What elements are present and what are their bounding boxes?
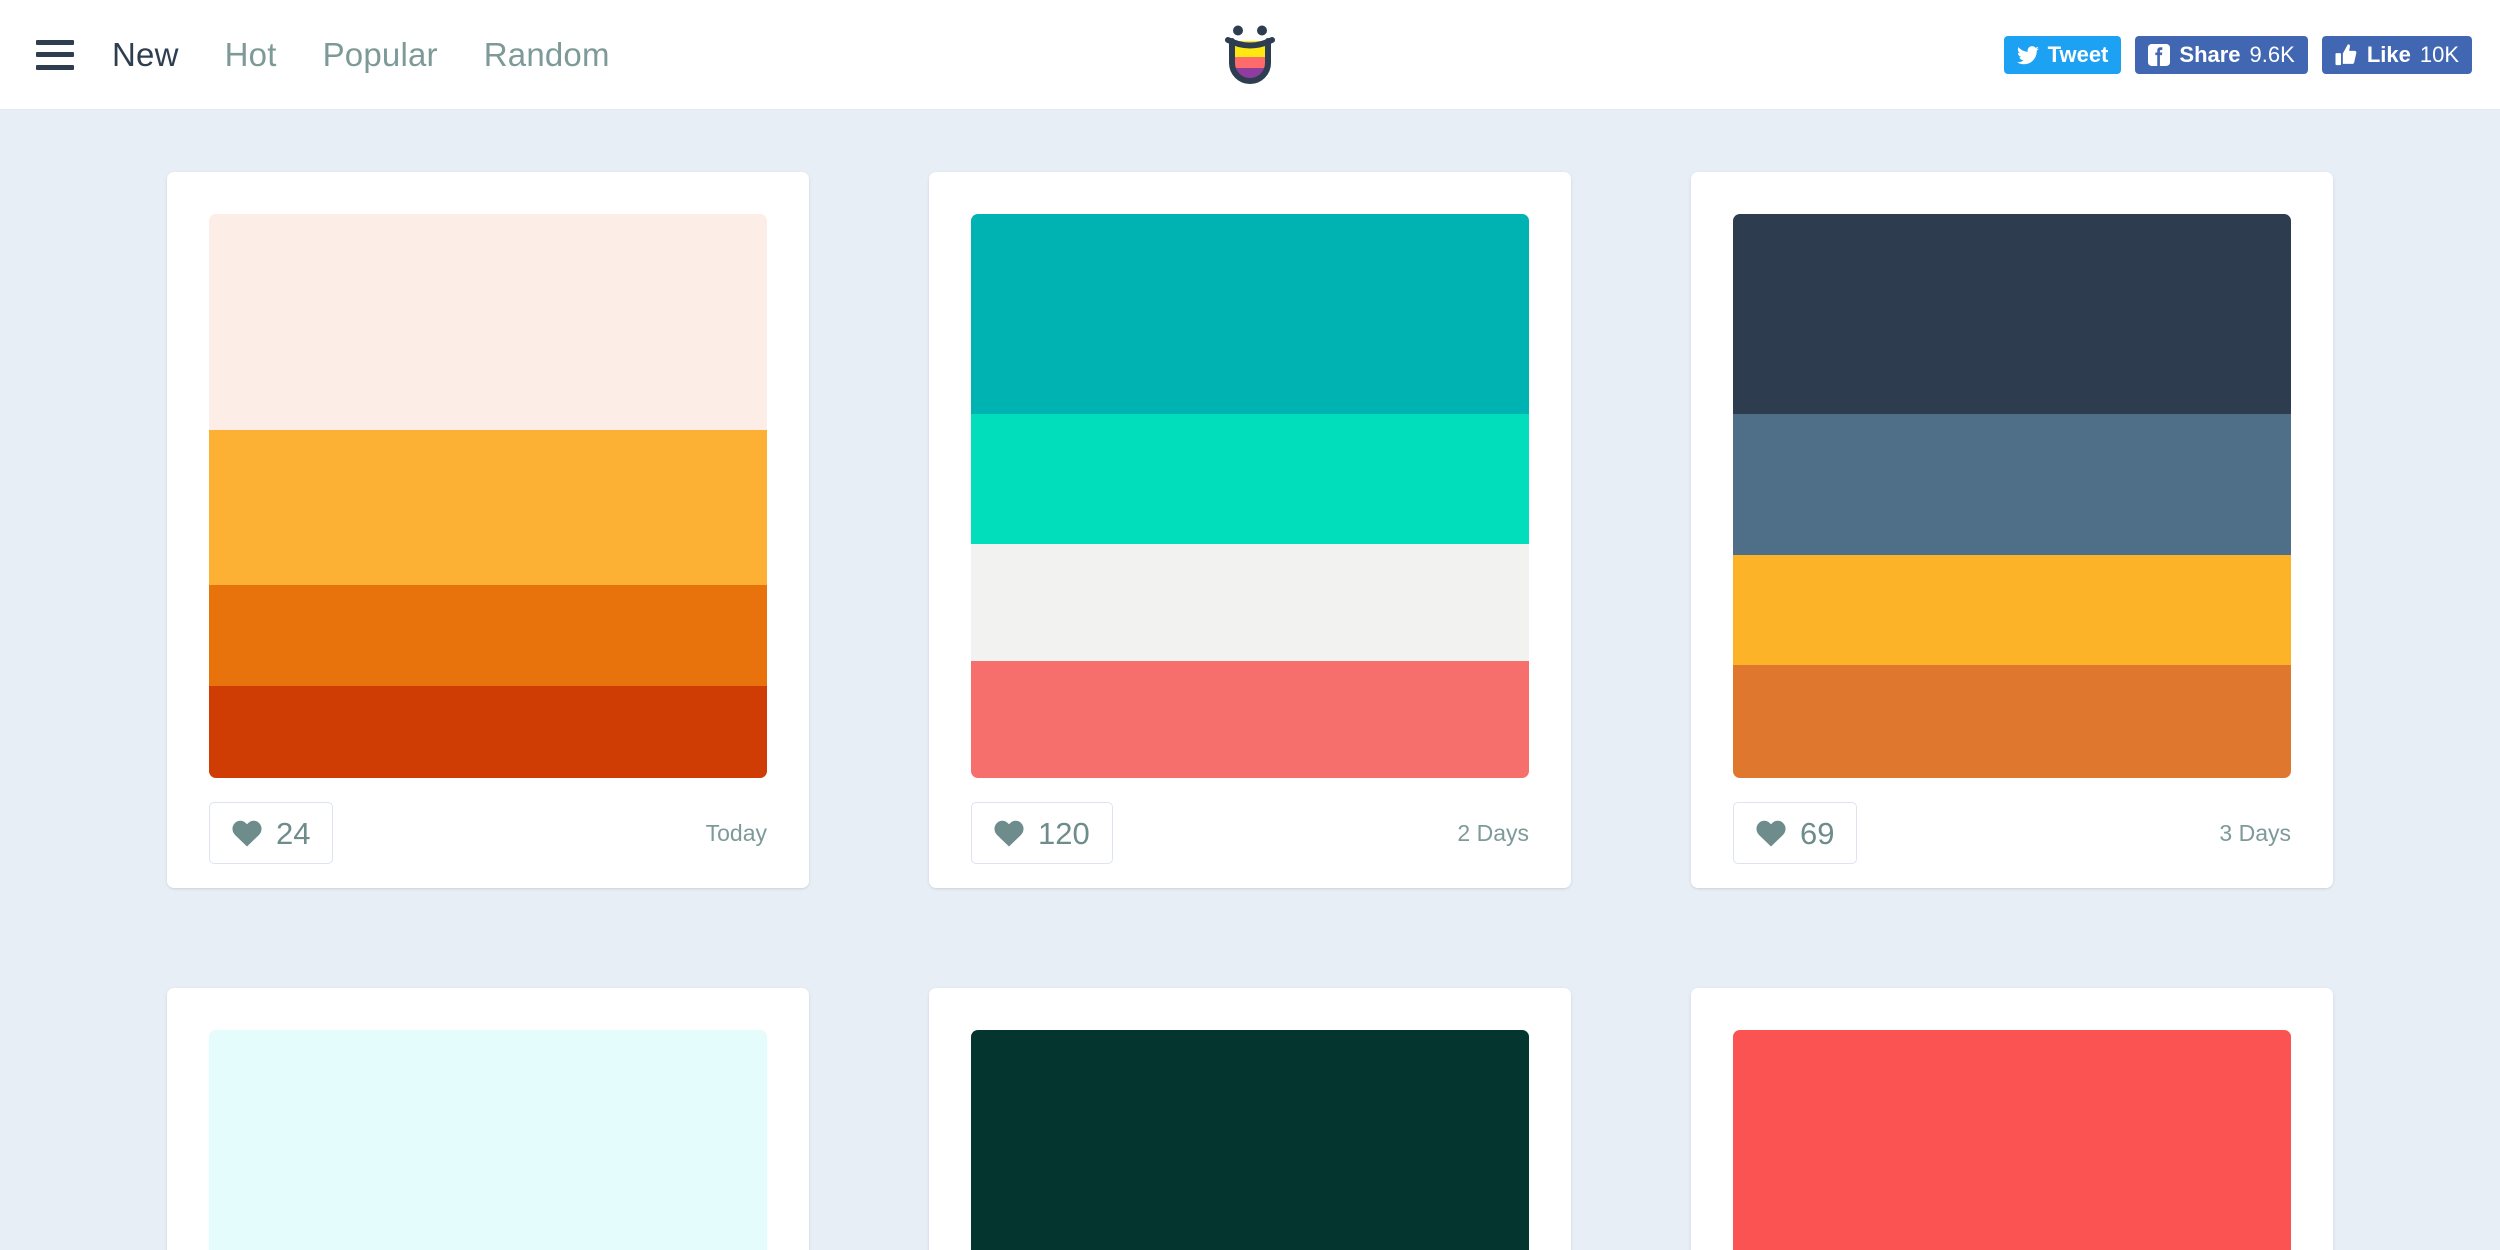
facebook-like-button[interactable]: Like 10K — [2321, 36, 2472, 74]
hamburger-bar — [36, 64, 74, 70]
palette-swatches — [209, 214, 767, 778]
palette-swatch — [1733, 414, 2291, 556]
palette-swatch — [971, 414, 1529, 544]
palette-age: Today — [705, 819, 767, 846]
palette-swatch — [1733, 555, 2291, 666]
like-button[interactable]: 24 — [209, 802, 334, 864]
primary-nav: New Hot Popular Random — [112, 36, 656, 74]
like-button[interactable]: 69 — [1733, 802, 1858, 864]
like-button[interactable]: 120 — [971, 802, 1113, 864]
site-header: New Hot Popular Random Tweet Share 9.6K … — [0, 0, 2500, 110]
palette-swatch — [209, 584, 767, 687]
nav-item-hot[interactable]: Hot — [225, 36, 277, 74]
card-footer: 120 2 Days — [971, 778, 1529, 888]
palette-swatch — [1733, 665, 2291, 778]
card-footer: 24 Today — [209, 778, 767, 888]
header-left-group: New Hot Popular Random — [0, 36, 656, 74]
palette-swatch — [209, 214, 767, 430]
palette-swatches — [1733, 1030, 2291, 1250]
tweet-button[interactable]: Tweet — [2003, 36, 2122, 74]
nav-item-new[interactable]: New — [112, 36, 179, 74]
palette-swatch — [971, 543, 1529, 661]
thumbs-up-icon — [2335, 44, 2358, 66]
palette-swatch — [971, 660, 1529, 778]
palette-swatch — [209, 686, 767, 778]
like-count-value: 69 — [1800, 815, 1835, 851]
facebook-share-button[interactable]: Share 9.6K — [2135, 36, 2308, 74]
share-count: 9.6K — [2249, 42, 2295, 67]
colorhunt-tongue-logo-icon — [1225, 25, 1275, 84]
like-count-value: 24 — [276, 815, 311, 851]
palette-swatch — [971, 214, 1529, 415]
palette-card[interactable] — [1691, 988, 2333, 1250]
palette-swatch — [1733, 214, 2291, 415]
palette-swatches — [209, 1030, 767, 1250]
hamburger-bar — [36, 39, 74, 45]
palette-board: 24 Today 120 2 Days 69 3 Days — [0, 110, 2500, 1250]
palette-grid: 24 Today 120 2 Days 69 3 Days — [0, 172, 2500, 1250]
palette-swatches — [971, 1030, 1529, 1250]
palette-card[interactable]: 24 Today — [167, 172, 809, 888]
palette-card[interactable]: 69 3 Days — [1691, 172, 2333, 888]
palette-swatch — [209, 1030, 767, 1250]
like-count-value: 120 — [1038, 815, 1090, 851]
palette-swatch — [971, 1030, 1529, 1250]
hamburger-bar — [36, 52, 74, 57]
palette-age: 2 Days — [1457, 819, 1529, 846]
palette-card[interactable] — [929, 988, 1571, 1250]
palette-swatches — [971, 214, 1529, 778]
tweet-label: Tweet — [2047, 42, 2109, 67]
share-label: Share — [2179, 42, 2241, 67]
card-footer: 69 3 Days — [1733, 778, 2291, 888]
site-logo[interactable] — [1217, 0, 1283, 110]
palette-card[interactable] — [167, 988, 809, 1250]
social-buttons: Tweet Share 9.6K Like 10K — [2003, 0, 2472, 110]
palette-swatches — [1733, 214, 2291, 778]
facebook-f-icon — [2148, 44, 2171, 66]
palette-age: 3 Days — [2219, 819, 2291, 846]
nav-item-random[interactable]: Random — [484, 36, 610, 74]
like-label: Like — [2366, 42, 2411, 67]
palette-swatch — [209, 429, 767, 585]
heart-icon — [232, 820, 262, 847]
hamburger-menu-icon[interactable] — [36, 39, 74, 70]
twitter-bird-icon — [2016, 45, 2039, 65]
like-count: 10K — [2419, 42, 2459, 67]
heart-icon — [1756, 820, 1786, 847]
nav-item-popular[interactable]: Popular — [323, 36, 438, 74]
palette-swatch — [1733, 1030, 2291, 1250]
palette-card[interactable]: 120 2 Days — [929, 172, 1571, 888]
heart-icon — [994, 820, 1024, 847]
